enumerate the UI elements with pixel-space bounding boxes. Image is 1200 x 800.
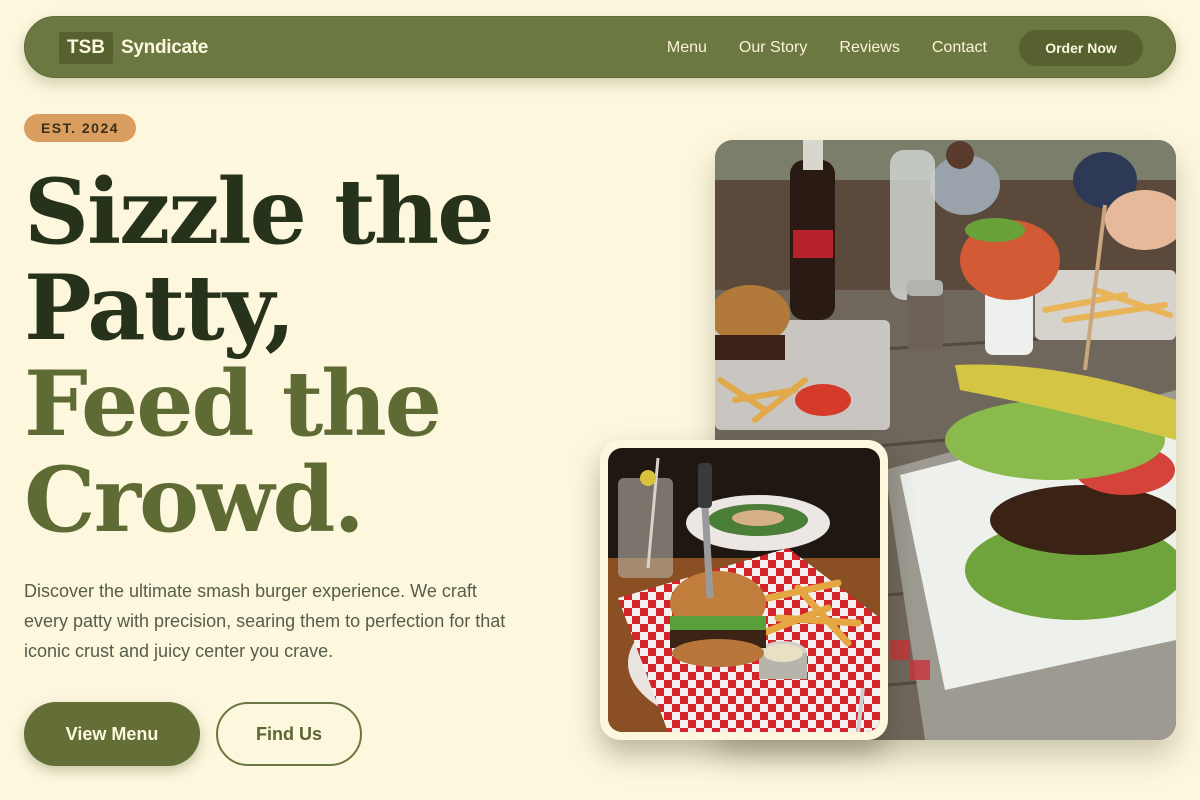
- view-menu-button[interactable]: View Menu: [24, 702, 200, 766]
- nav-links: Menu Our Story Reviews Contact Order Now: [667, 29, 1143, 67]
- navbar: TSB Syndicate Menu Our Story Reviews Con…: [24, 16, 1176, 78]
- logo-mark: TSB: [59, 32, 113, 64]
- headline-line-1: Sizzle the: [24, 159, 494, 265]
- nav-link-contact[interactable]: Contact: [932, 39, 987, 57]
- nav-link-our-story[interactable]: Our Story: [739, 39, 807, 57]
- established-badge: EST. 2024: [24, 114, 136, 142]
- hero-description: Discover the ultimate smash burger exper…: [24, 581, 506, 661]
- logo[interactable]: TSB Syndicate: [59, 31, 208, 65]
- headline-line-3: Feed the: [24, 351, 442, 457]
- headline-line-4: Crowd.: [24, 447, 365, 553]
- nav-link-menu[interactable]: Menu: [667, 39, 707, 57]
- order-now-button[interactable]: Order Now: [1019, 30, 1143, 66]
- logo-text: Syndicate: [121, 37, 209, 58]
- secondary-photo-frame: [608, 448, 880, 732]
- nav-link-reviews[interactable]: Reviews: [839, 39, 899, 57]
- headline-line-2: Patty,: [24, 255, 296, 361]
- burger-basket-illustration: [608, 448, 880, 732]
- find-us-button[interactable]: Find Us: [216, 702, 362, 766]
- hero-photo-secondary: [600, 440, 888, 740]
- landing-page: TSB Syndicate Menu Our Story Reviews Con…: [0, 0, 1200, 800]
- hero-headline: Sizzle the Patty, Feed the Crowd.: [24, 164, 584, 548]
